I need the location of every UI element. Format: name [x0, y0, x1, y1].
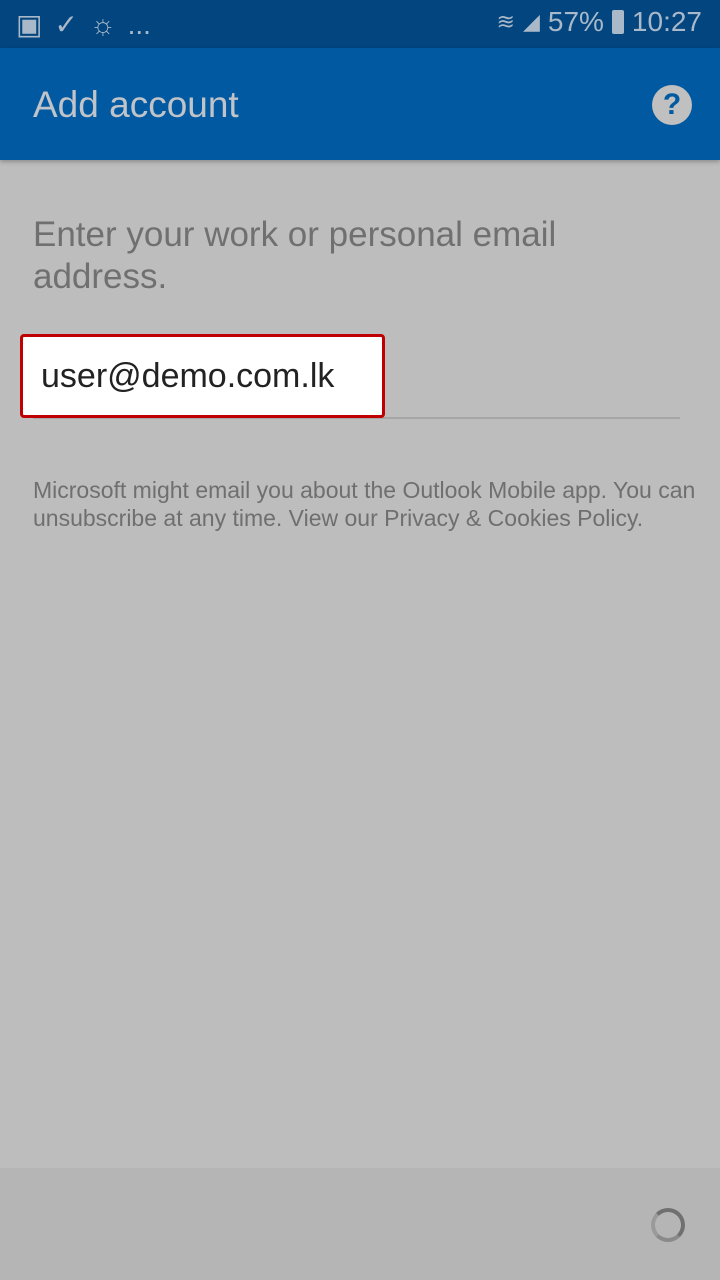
more-notifications: ...	[127, 8, 151, 40]
weather-icon: ☼	[89, 8, 116, 40]
bottom-bar	[0, 1168, 720, 1280]
signal-icon: ◢	[522, 9, 540, 34]
help-button[interactable]: ?	[652, 85, 692, 125]
task-check-icon: ✓	[54, 9, 78, 40]
email-prompt: Enter your work or personal email addres…	[33, 215, 557, 296]
privacy-notice[interactable]: Microsoft might email you about the Outl…	[33, 476, 703, 532]
battery-icon	[611, 10, 624, 34]
spinner-icon	[651, 1208, 685, 1242]
page-title: Add account	[33, 84, 239, 125]
wifi-icon: ≋	[496, 9, 515, 34]
status-bar: ▣ ✓ ☼ ... ≋ ◢ 57% 10:27	[0, 0, 720, 48]
question-circle-icon: ?	[662, 88, 682, 121]
battery-percent: 57%	[547, 6, 604, 37]
app-bar: Add account ?	[0, 48, 720, 160]
clock: 10:27	[631, 6, 702, 37]
email-field[interactable]: user@demo.com.lk	[20, 334, 385, 418]
gallery-icon: ▣	[16, 9, 43, 40]
